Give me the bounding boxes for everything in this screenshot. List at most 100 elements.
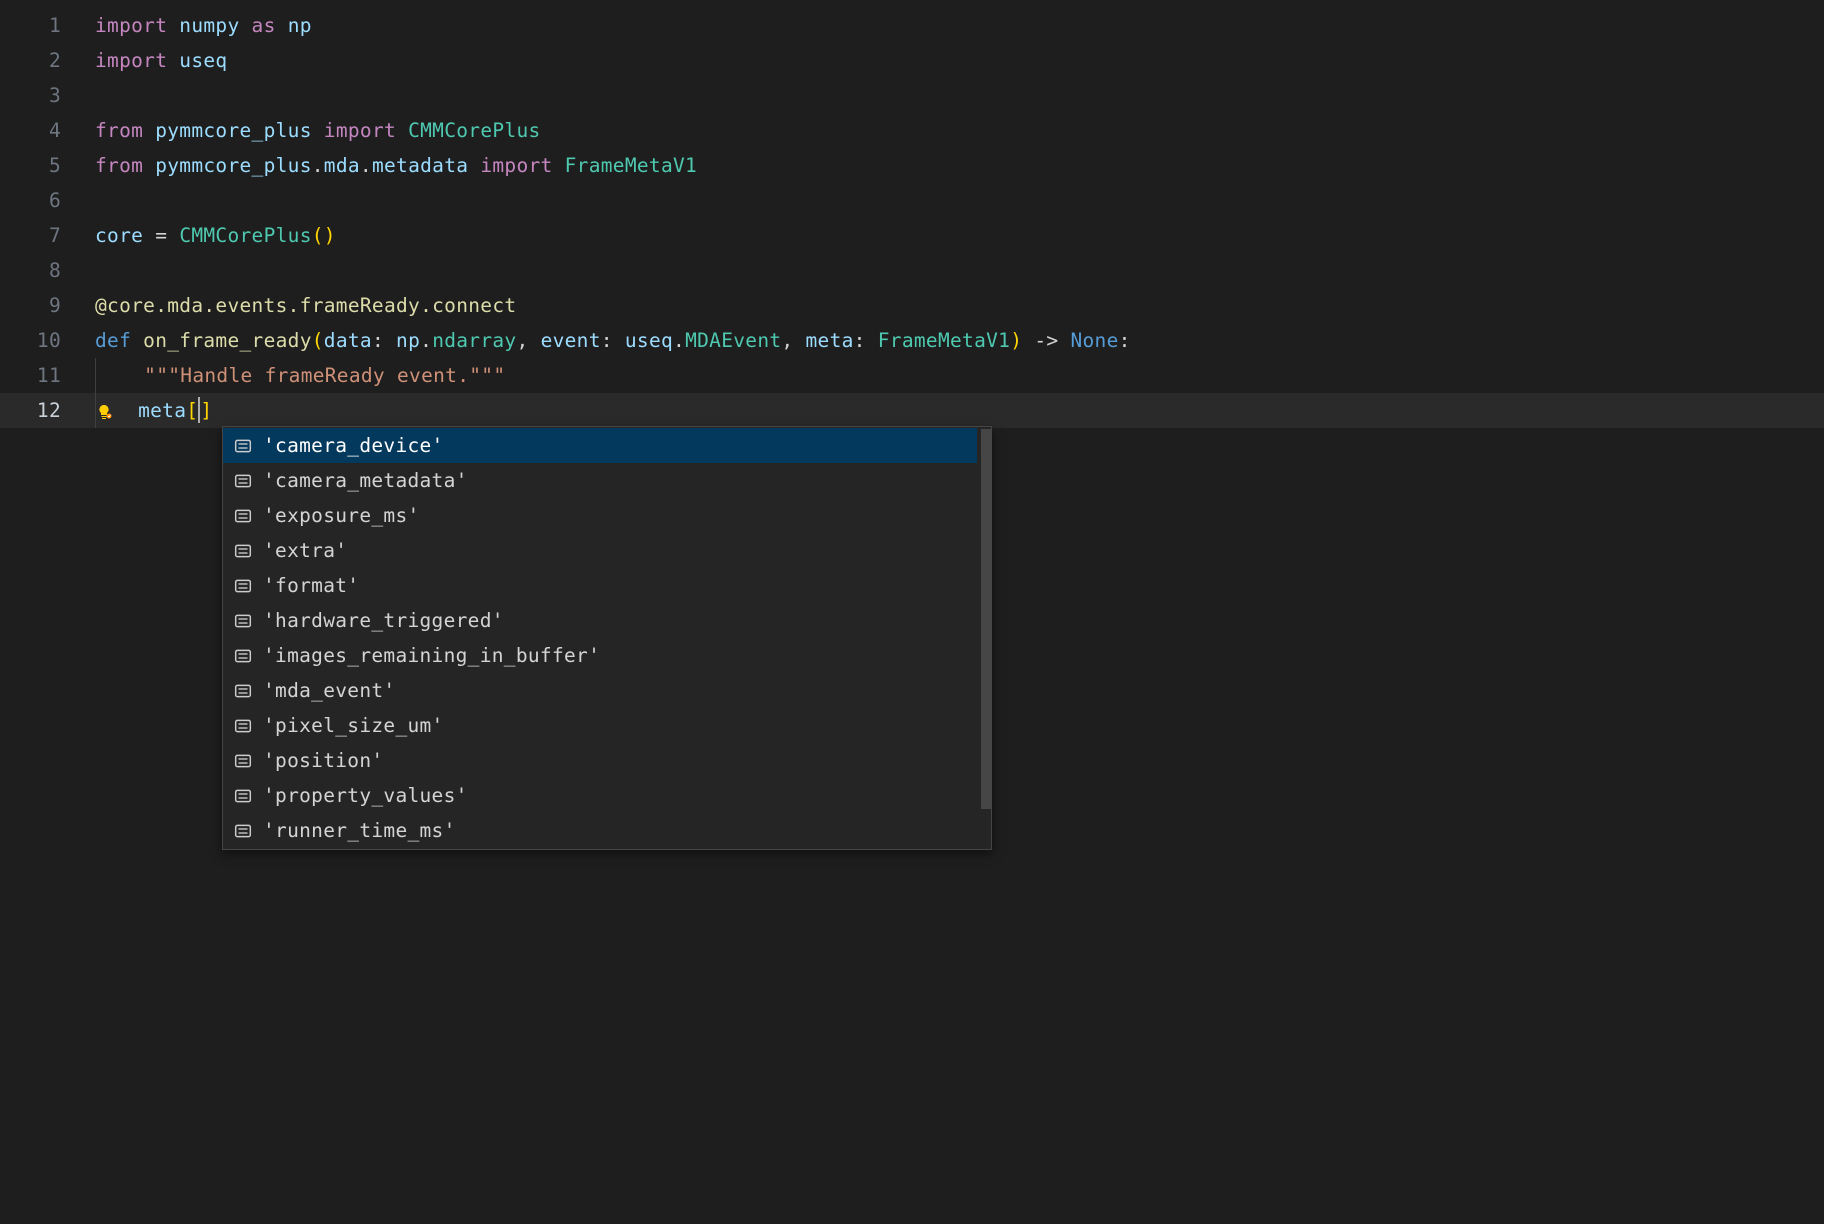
keyword-import: import [95, 49, 167, 72]
autocomplete-list[interactable]: 'camera_device' 'camera_metadata' 'exposur… [223, 427, 977, 849]
autocomplete-scrollbar[interactable] [977, 427, 991, 849]
autocomplete-label: 'hardware_triggered' [263, 609, 504, 632]
code-line[interactable]: 3 [0, 78, 1824, 113]
lightbulb-icon[interactable] [96, 404, 114, 420]
constant-icon [233, 681, 253, 701]
autocomplete-label: 'position' [263, 749, 383, 772]
docstring: """Handle frameReady event.""" [144, 364, 505, 387]
autocomplete-item[interactable]: 'property_values' [223, 778, 977, 813]
code-line[interactable]: 1 import numpy as np [0, 8, 1824, 43]
constant-icon [233, 576, 253, 596]
code-line-current[interactable]: 12 meta[] [0, 393, 1824, 428]
code-content[interactable]: from pymmcore_plus.mda.metadata import F… [95, 148, 1824, 183]
autocomplete-popup[interactable]: 'camera_device' 'camera_metadata' 'exposur… [222, 426, 992, 850]
type-name: MDAEvent [685, 329, 781, 352]
line-number: 5 [0, 148, 95, 183]
module-name: numpy [179, 14, 239, 37]
keyword-from: from [95, 119, 143, 142]
line-number: 4 [0, 113, 95, 148]
code-line[interactable]: 5 from pymmcore_plus.mda.metadata import… [0, 148, 1824, 183]
autocomplete-item[interactable]: 'mda_event' [223, 673, 977, 708]
constant-icon [233, 436, 253, 456]
code-content[interactable]: """Handle frameReady event.""" [95, 358, 1824, 393]
autocomplete-item[interactable]: 'runner_time_ms' [223, 813, 977, 848]
keyword-import: import [480, 154, 552, 177]
autocomplete-item[interactable]: 'format' [223, 568, 977, 603]
autocomplete-label: 'pixel_size_um' [263, 714, 444, 737]
class-name: CMMCorePlus [408, 119, 540, 142]
keyword-import: import [95, 14, 167, 37]
param-name: event [541, 329, 601, 352]
autocomplete-item[interactable]: 'extra' [223, 533, 977, 568]
constant-icon [233, 821, 253, 841]
autocomplete-label: 'exposure_ms' [263, 504, 420, 527]
module-ref: useq [625, 329, 673, 352]
module-ref: np [396, 329, 420, 352]
constant-icon [233, 646, 253, 666]
code-content[interactable]: def on_frame_ready(data: np.ndarray, eve… [95, 323, 1824, 358]
module-name: pymmcore_plus [155, 119, 312, 142]
autocomplete-item[interactable]: 'camera_device' [223, 428, 977, 463]
autocomplete-label: 'property_values' [263, 784, 468, 807]
type-name: ndarray [432, 329, 516, 352]
code-line[interactable]: 8 [0, 253, 1824, 288]
variable-name: core [95, 224, 143, 247]
line-number: 2 [0, 43, 95, 78]
code-content[interactable]: from pymmcore_plus import CMMCorePlus [95, 113, 1824, 148]
code-line[interactable]: 4 from pymmcore_plus import CMMCorePlus [0, 113, 1824, 148]
autocomplete-item[interactable]: 'hardware_triggered' [223, 603, 977, 638]
none-literal: None [1070, 329, 1118, 352]
code-line[interactable]: 10 def on_frame_ready(data: np.ndarray, … [0, 323, 1824, 358]
line-number: 11 [0, 358, 95, 393]
line-number: 8 [0, 253, 95, 288]
line-number: 9 [0, 288, 95, 323]
keyword-as: as [252, 14, 276, 37]
line-number: 1 [0, 8, 95, 43]
code-content[interactable]: @core.mda.events.frameReady.connect [95, 288, 1824, 323]
bracket-close: ] [200, 399, 212, 422]
autocomplete-label: 'camera_metadata' [263, 469, 468, 492]
constant-icon [233, 611, 253, 631]
code-line[interactable]: 6 [0, 183, 1824, 218]
code-line[interactable]: 9 @core.mda.events.frameReady.connect [0, 288, 1824, 323]
constant-icon [233, 506, 253, 526]
constant-icon [233, 716, 253, 736]
scrollbar-thumb[interactable] [981, 429, 991, 809]
variable-ref: meta [138, 399, 186, 422]
line-number: 6 [0, 183, 95, 218]
autocomplete-item[interactable]: 'position' [223, 743, 977, 778]
constant-icon [233, 471, 253, 491]
constant-icon [233, 541, 253, 561]
type-name: FrameMetaV1 [878, 329, 1010, 352]
decorator: @core.mda.events.frameReady.connect [95, 294, 516, 317]
autocomplete-item[interactable]: 'exposure_ms' [223, 498, 977, 533]
code-content[interactable]: import useq [95, 43, 1824, 78]
module-name: useq [179, 49, 227, 72]
code-line[interactable]: 2 import useq [0, 43, 1824, 78]
function-name: on_frame_ready [143, 329, 312, 352]
code-content[interactable]: meta[] [95, 393, 1824, 428]
module-name: mda [324, 154, 360, 177]
line-number: 12 [0, 393, 95, 428]
line-number: 3 [0, 78, 95, 113]
autocomplete-label: 'camera_device' [263, 434, 444, 457]
param-name: meta [806, 329, 854, 352]
text-cursor [198, 397, 200, 423]
module-name: metadata [372, 154, 468, 177]
code-line[interactable]: 7 core = CMMCorePlus() [0, 218, 1824, 253]
autocomplete-item[interactable]: 'images_remaining_in_buffer' [223, 638, 977, 673]
autocomplete-item[interactable]: 'pixel_size_um' [223, 708, 977, 743]
autocomplete-label: 'format' [263, 574, 359, 597]
autocomplete-label: 'images_remaining_in_buffer' [263, 644, 600, 667]
keyword-def: def [95, 329, 131, 352]
constant-icon [233, 751, 253, 771]
autocomplete-label: 'mda_event' [263, 679, 395, 702]
code-line[interactable]: 11 """Handle frameReady event.""" [0, 358, 1824, 393]
class-name: CMMCorePlus [179, 224, 311, 247]
alias-name: np [288, 14, 312, 37]
keyword-import: import [324, 119, 396, 142]
code-content[interactable]: core = CMMCorePlus() [95, 218, 1824, 253]
autocomplete-item[interactable]: 'camera_metadata' [223, 463, 977, 498]
module-name: pymmcore_plus [155, 154, 312, 177]
code-content[interactable]: import numpy as np [95, 8, 1824, 43]
